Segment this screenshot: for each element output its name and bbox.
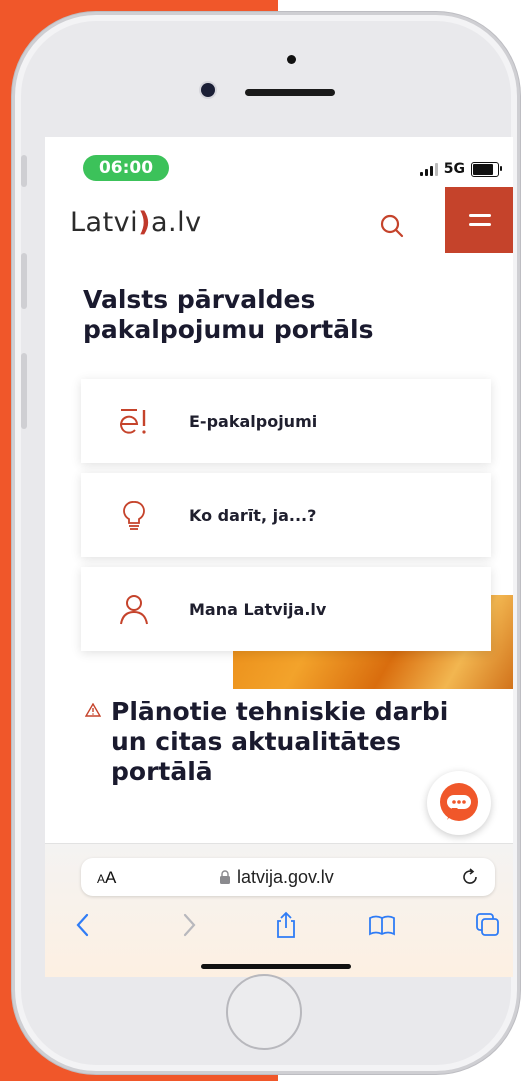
back-icon[interactable] [69, 910, 99, 940]
signal-icon [419, 162, 438, 176]
status-indicators: 5G [419, 161, 502, 177]
chat-button[interactable] [427, 771, 491, 835]
user-icon [120, 595, 148, 625]
battery-icon [471, 161, 502, 177]
menu-button[interactable] [445, 187, 513, 253]
card-label: Mana Latvija.lv [189, 599, 327, 619]
lock-icon [220, 870, 230, 884]
logo-text-start: Latvi [70, 207, 139, 238]
front-camera [201, 83, 215, 97]
e-services-icon [120, 409, 146, 434]
forward-icon[interactable] [173, 910, 203, 940]
volume-down-button [21, 353, 27, 429]
news-heading[interactable]: Plānotie tehniskie darbi un citas aktual… [111, 697, 481, 787]
home-indicator[interactable] [201, 964, 351, 969]
card-label: Ko darīt, ja...? [189, 505, 317, 525]
address-bar[interactable]: AA latvija.gov.lv [81, 858, 495, 896]
card-what-to-do[interactable]: Ko darīt, ja...? [81, 473, 491, 557]
url-text[interactable]: latvija.gov.lv [237, 867, 334, 888]
browser-chrome: AA latvija.gov.lv [45, 843, 513, 977]
battery-level [473, 163, 494, 175]
reload-icon[interactable] [461, 868, 479, 886]
logo-text-end: a.lv [151, 207, 202, 238]
screen: 06:00 5G Latvi)a.lv Valsts pārvaldes pak… [45, 137, 513, 977]
status-time: 06:00 [83, 155, 169, 181]
share-icon[interactable] [271, 910, 301, 940]
card-e-services[interactable]: E-pakalpojumi [81, 379, 491, 463]
lightbulb-icon [123, 501, 145, 530]
chat-icon [440, 783, 478, 821]
card-label: E-pakalpojumi [189, 411, 318, 431]
logo-mark: ) [138, 207, 151, 238]
page-title: Valsts pārvaldes pakalpojumu portāls [83, 285, 374, 344]
volume-up-button [21, 253, 27, 309]
mute-switch [21, 155, 27, 187]
home-button[interactable] [226, 974, 302, 1050]
aa-label: A [105, 868, 117, 887]
card-my-latvija[interactable]: Mana Latvija.lv [81, 567, 491, 651]
hamburger-icon [469, 214, 491, 217]
network-type: 5G [443, 161, 465, 177]
warning-icon [85, 703, 101, 717]
browser-toolbar [45, 910, 513, 944]
phone-frame: 06:00 5G Latvi)a.lv Valsts pārvaldes pak… [12, 12, 520, 1074]
hamburger-icon-line [469, 223, 491, 226]
bookmarks-icon[interactable] [367, 910, 397, 940]
earpiece-speaker [245, 89, 335, 96]
search-icon[interactable] [379, 213, 405, 239]
proximity-sensor [287, 55, 296, 64]
site-logo[interactable]: Latvi)a.lv [70, 207, 202, 238]
reader-aa-button[interactable]: AA [97, 868, 116, 888]
tabs-icon[interactable] [473, 910, 503, 940]
